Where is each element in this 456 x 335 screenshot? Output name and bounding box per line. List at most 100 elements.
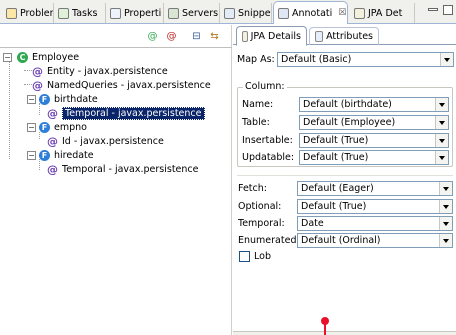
tree-node-hiredate[interactable]: − F hiredate (27, 148, 94, 162)
lob-label: Lob (254, 251, 271, 262)
updatable-select[interactable]: Default (True) (299, 150, 449, 165)
insertable-select[interactable]: Default (True) (299, 133, 449, 148)
pane-bottom-bar (233, 331, 456, 335)
chevron-down-icon (440, 53, 453, 66)
annotation-icon: @ (47, 134, 58, 148)
tree-toolbar: @ @ ⊟ ⇆ (0, 25, 232, 47)
properties-icon (110, 7, 121, 19)
tree-node-label: Employee (32, 51, 80, 63)
updatable-value: Default (True) (303, 152, 369, 163)
tab-servers[interactable]: Servers (164, 3, 220, 23)
marker-dot (321, 317, 329, 325)
fetch-label: Fetch: (238, 183, 267, 194)
tab-label: Annotati (292, 7, 333, 19)
annotations-icon (278, 7, 289, 19)
tab-label: Problem (20, 7, 53, 19)
annotation-icon: @ (32, 64, 43, 78)
tree-node-birthdate[interactable]: − F birthdate (27, 92, 98, 106)
table-select[interactable]: Default (Employee) (299, 115, 449, 130)
tab-jpa-details-page[interactable]: JPA Details (236, 26, 307, 46)
tab-annotations[interactable]: Annotati ☒ (273, 1, 348, 24)
enumerated-select[interactable]: Default (Ordinal) (297, 233, 453, 248)
collapse-icon[interactable]: − (27, 122, 36, 132)
attributes-icon (315, 31, 324, 42)
tab-snippets[interactable]: Snippet (220, 3, 272, 23)
minimize-icon[interactable] (428, 8, 438, 11)
jpa-details-pane: JPA Details Attributes Map As: Default (… (233, 25, 456, 335)
tab-label: Tasks (72, 7, 98, 19)
enumerated-label: Enumerated: (238, 235, 300, 246)
tree-node-label: hiredate (54, 149, 94, 161)
chevron-down-icon (435, 116, 448, 129)
tree-node-label: Id - javax.persistence (62, 135, 164, 147)
chevron-down-icon (439, 234, 452, 247)
map-as-label: Map As: (237, 54, 275, 65)
table-value: Default (Employee) (303, 117, 396, 128)
annotation-icon: @ (32, 78, 43, 92)
tab-attributes[interactable]: Attributes (309, 27, 379, 45)
tree-node-label: Entity - javax.persistence (47, 65, 168, 77)
servers-icon (168, 7, 179, 19)
tree-guide (24, 70, 32, 71)
tree-node-birthdate-temporal[interactable]: @ Temporal - javax.persistence (47, 106, 205, 120)
insertable-label: Insertable: (242, 135, 293, 146)
tree-node-label: Temporal - javax.persistence (62, 163, 199, 175)
optional-label: Optional: (238, 201, 282, 212)
enumerated-value: Default (Ordinal) (301, 235, 381, 246)
optional-select[interactable]: Default (True) (297, 199, 453, 214)
temporal-select[interactable]: Date (297, 216, 453, 231)
tab-properties[interactable]: Properti (106, 3, 164, 23)
column-group-title: Column: (243, 81, 287, 92)
fetch-select[interactable]: Default (Eager) (297, 181, 453, 196)
chevron-down-icon (439, 182, 452, 195)
resize-handle-marker[interactable] (321, 317, 329, 335)
tab-problems[interactable]: Problem (2, 3, 54, 23)
tree-node-namedqueries[interactable]: @ NamedQueries - javax.persistence (32, 78, 211, 92)
entity-icon: C (17, 51, 28, 63)
tree-node-entity[interactable]: @ Entity - javax.persistence (32, 64, 168, 78)
annotation-icon: @ (47, 162, 58, 176)
problems-icon (6, 7, 17, 19)
chevron-down-icon (439, 217, 452, 230)
tab-label: Snippet (238, 7, 272, 19)
collapse-all-icon[interactable]: ⊟ (190, 30, 203, 43)
tab-label: Properti (124, 7, 162, 19)
jpa-icon (242, 30, 248, 42)
link-with-editor-icon[interactable]: ⇆ (208, 30, 221, 43)
tree-node-hiredate-temporal[interactable]: @ Temporal - javax.persistence (47, 162, 199, 176)
name-value: Default (birthdate) (303, 99, 392, 110)
tree-node-empno-id[interactable]: @ Id - javax.persistence (47, 134, 164, 148)
tree-guide (9, 62, 10, 159)
collapse-icon[interactable]: − (27, 150, 36, 160)
attribute-icon: F (39, 121, 50, 133)
tab-jpa-details[interactable]: JPA Det (350, 3, 415, 23)
tree-node-employee[interactable]: − C Employee (3, 50, 79, 64)
insertable-value: Default (True) (303, 135, 369, 146)
tree-node-label: NamedQueries - javax.persistence (47, 79, 211, 91)
chevron-down-icon (435, 151, 448, 164)
tree-node-label: empno (54, 121, 87, 133)
tab-label: JPA Det (368, 7, 403, 19)
collapse-icon[interactable]: − (27, 94, 36, 104)
tree-node-label: birthdate (54, 93, 98, 105)
attribute-icon: F (39, 149, 50, 161)
tree-node-label: Temporal - javax.persistence (62, 106, 205, 120)
remove-annotation-icon[interactable]: @ (165, 30, 178, 43)
attribute-icon: F (39, 93, 50, 105)
map-as-select[interactable]: Default (Basic) (277, 52, 454, 67)
optional-value: Default (True) (301, 201, 367, 212)
close-icon[interactable]: ☒ (338, 8, 346, 18)
tab-label: JPA Details (250, 30, 301, 42)
tree-node-empno[interactable]: − F empno (27, 120, 87, 134)
fetch-value: Default (Eager) (301, 183, 374, 194)
collapse-icon[interactable]: − (3, 52, 12, 62)
tab-label: Attributes (326, 31, 373, 42)
maximize-icon[interactable] (443, 5, 453, 15)
annotations-tree-pane: @ @ ⊟ ⇆ − C Employee @ Entity - javax.pe… (0, 25, 232, 335)
tab-tasks[interactable]: Tasks (54, 3, 106, 23)
chevron-down-icon (435, 98, 448, 111)
add-annotation-icon[interactable]: @ (146, 30, 159, 43)
name-select[interactable]: Default (birthdate) (299, 97, 449, 112)
temporal-label: Temporal: (238, 218, 285, 229)
lob-checkbox[interactable] (239, 251, 250, 262)
